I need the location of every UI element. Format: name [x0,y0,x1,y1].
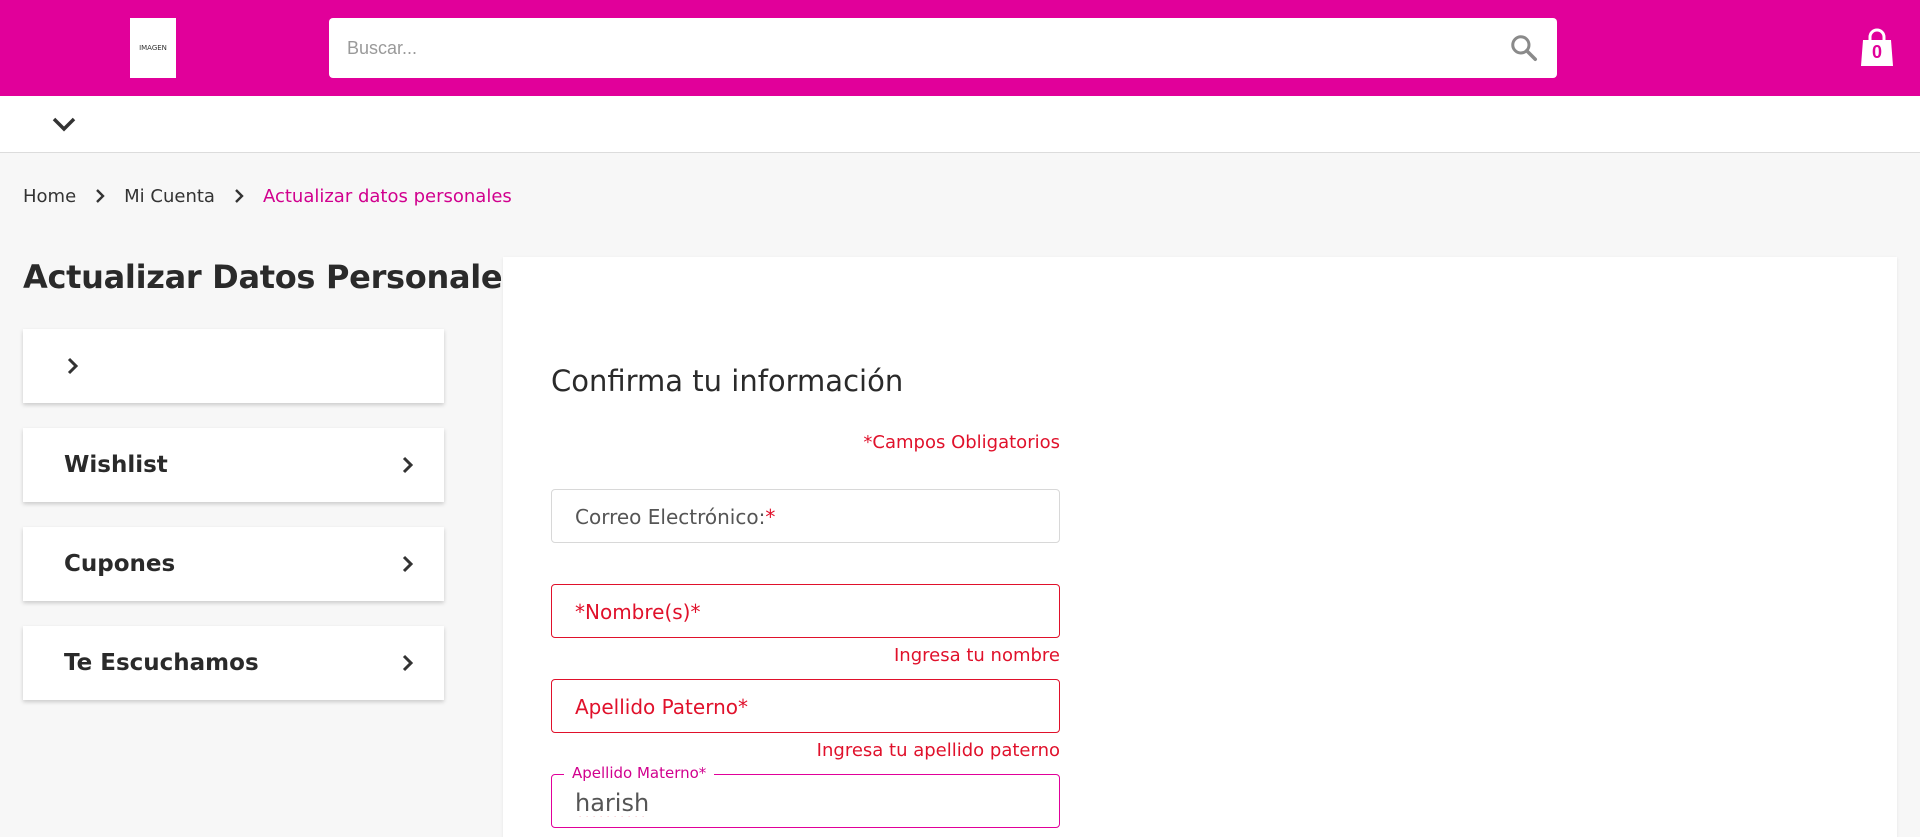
sidebar-item-te-escuchamos[interactable]: Te Escuchamos [23,626,444,700]
apellido-paterno-error-message: Ingresa tu apellido paterno [816,740,1060,761]
chevron-right-icon [402,456,414,474]
chevron-right-icon [96,189,105,203]
nombre-field[interactable]: *Nombre(s)* [551,584,1060,638]
page-title: Actualizar Datos Personales [23,258,522,296]
sidebar-item-unnamed[interactable] [23,329,444,403]
top-header: IMAGEN 0 [0,0,1920,96]
apellido-paterno-field[interactable]: Apellido Paterno* [551,679,1060,733]
apellido-materno-field: Apellido Materno* [551,764,1060,828]
chevron-right-icon [402,654,414,672]
breadcrumb-current: Actualizar datos personales [262,185,512,207]
sidebar-item-label: Te Escuchamos [64,650,259,676]
sidebar-item-wishlist[interactable]: Wishlist [23,428,444,502]
search-input[interactable] [347,18,1497,78]
breadcrumb-home[interactable]: Home [23,186,76,207]
store-logo[interactable]: IMAGEN [130,18,176,78]
breadcrumb: Home Mi Cuenta Actualizar datos personal… [23,184,512,208]
nombre-field-label: *Nombre(s)* [575,600,701,624]
cart-button[interactable]: 0 [1860,28,1894,68]
nombre-error-message: Ingresa tu nombre [894,645,1060,666]
apellido-materno-input[interactable] [575,785,1035,821]
category-nav-bar [0,96,1920,153]
apellido-materno-floating-label: Apellido Materno* [564,764,715,782]
apellido-paterno-field-label: Apellido Paterno* [575,695,748,719]
breadcrumb-mi-cuenta[interactable]: Mi Cuenta [124,186,215,207]
sidebar-item-cupones[interactable]: Cupones [23,527,444,601]
cart-count: 0 [1871,42,1882,62]
logo-placeholder-text: IMAGEN [139,44,167,52]
email-field[interactable]: Correo Electrónico:* [551,489,1060,543]
chevron-down-icon[interactable] [50,112,78,136]
sidebar-item-label: Cupones [64,551,176,577]
search-icon[interactable] [1509,33,1539,63]
chevron-right-icon [402,555,414,573]
chevron-right-icon [67,357,79,375]
search-bar [329,18,1557,78]
sidebar-item-label: Wishlist [64,452,168,478]
email-field-label: Correo Electrónico:* [575,505,776,529]
chevron-right-icon [235,189,244,203]
form-title: Confirma tu información [551,364,904,398]
required-fields-note: *Campos Obligatorios [863,432,1060,453]
